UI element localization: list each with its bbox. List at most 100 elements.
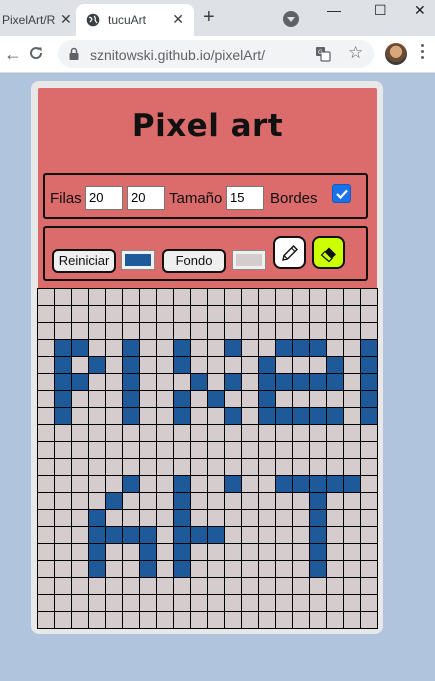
pixel-cell[interactable] bbox=[106, 510, 122, 526]
pixel-cell[interactable] bbox=[72, 493, 88, 509]
pixel-cell[interactable] bbox=[72, 544, 88, 560]
pixel-cell[interactable] bbox=[72, 510, 88, 526]
pixel-cell[interactable] bbox=[293, 340, 309, 356]
pixel-cell[interactable] bbox=[310, 340, 326, 356]
pixel-cell[interactable] bbox=[174, 442, 190, 458]
pixel-cell[interactable] bbox=[140, 459, 156, 475]
pixel-cell[interactable] bbox=[259, 442, 275, 458]
pixel-cell[interactable] bbox=[225, 527, 241, 543]
pixel-cell[interactable] bbox=[106, 561, 122, 577]
pixel-cell[interactable] bbox=[327, 459, 343, 475]
pixel-cell[interactable] bbox=[140, 306, 156, 322]
pixel-cell[interactable] bbox=[344, 544, 360, 560]
pixel-cell[interactable] bbox=[344, 425, 360, 441]
pixel-cell[interactable] bbox=[242, 425, 258, 441]
pixel-cell[interactable] bbox=[242, 561, 258, 577]
pixel-cell[interactable] bbox=[123, 612, 139, 628]
pixel-cell[interactable] bbox=[276, 374, 292, 390]
pixel-cell[interactable] bbox=[259, 612, 275, 628]
pixel-cell[interactable] bbox=[191, 476, 207, 492]
pixel-cell[interactable] bbox=[361, 442, 377, 458]
pixel-cell[interactable] bbox=[123, 527, 139, 543]
pixel-cell[interactable] bbox=[344, 527, 360, 543]
pixel-cell[interactable] bbox=[38, 561, 54, 577]
pixel-cell[interactable] bbox=[174, 306, 190, 322]
cols-input[interactable]: 20 bbox=[127, 186, 165, 210]
pixel-cell[interactable] bbox=[242, 289, 258, 305]
pixel-cell[interactable] bbox=[38, 374, 54, 390]
pixel-cell[interactable] bbox=[55, 442, 71, 458]
pixel-cell[interactable] bbox=[89, 391, 105, 407]
pixel-cell[interactable] bbox=[208, 408, 224, 424]
pixel-cell[interactable] bbox=[293, 527, 309, 543]
pixel-cell[interactable] bbox=[157, 391, 173, 407]
pixel-cell[interactable] bbox=[55, 527, 71, 543]
pixel-cell[interactable] bbox=[89, 510, 105, 526]
pixel-cell[interactable] bbox=[106, 578, 122, 594]
pixel-cell[interactable] bbox=[191, 425, 207, 441]
pixel-cell[interactable] bbox=[191, 595, 207, 611]
pixel-cell[interactable] bbox=[293, 374, 309, 390]
pixel-cell[interactable] bbox=[140, 493, 156, 509]
translate-icon[interactable]: G bbox=[315, 46, 331, 62]
pixel-cell[interactable] bbox=[361, 476, 377, 492]
pixel-cell[interactable] bbox=[361, 340, 377, 356]
pixel-cell[interactable] bbox=[174, 408, 190, 424]
pixel-cell[interactable] bbox=[140, 289, 156, 305]
pixel-cell[interactable] bbox=[72, 357, 88, 373]
pixel-cell[interactable] bbox=[327, 561, 343, 577]
pixel-cell[interactable] bbox=[208, 527, 224, 543]
pixel-cell[interactable] bbox=[225, 306, 241, 322]
pixel-cell[interactable] bbox=[174, 476, 190, 492]
pixel-cell[interactable] bbox=[225, 391, 241, 407]
pixel-cell[interactable] bbox=[89, 578, 105, 594]
pixel-cell[interactable] bbox=[225, 357, 241, 373]
pixel-cell[interactable] bbox=[327, 442, 343, 458]
pixel-cell[interactable] bbox=[361, 289, 377, 305]
eraser-button[interactable] bbox=[312, 236, 345, 269]
pixel-cell[interactable] bbox=[38, 459, 54, 475]
pixel-cell[interactable] bbox=[293, 459, 309, 475]
pixel-cell[interactable] bbox=[106, 612, 122, 628]
pixel-cell[interactable] bbox=[242, 306, 258, 322]
pixel-cell[interactable] bbox=[55, 578, 71, 594]
pixel-cell[interactable] bbox=[191, 527, 207, 543]
pixel-cell[interactable] bbox=[361, 408, 377, 424]
pixel-cell[interactable] bbox=[191, 544, 207, 560]
pixel-cell[interactable] bbox=[293, 510, 309, 526]
rows-input[interactable]: 20 bbox=[85, 186, 123, 210]
pixel-cell[interactable] bbox=[38, 510, 54, 526]
pixel-cell[interactable] bbox=[106, 493, 122, 509]
pixel-cell[interactable] bbox=[89, 374, 105, 390]
pixel-cell[interactable] bbox=[72, 408, 88, 424]
pixel-cell[interactable] bbox=[310, 544, 326, 560]
pixel-cell[interactable] bbox=[38, 544, 54, 560]
paint-color-picker[interactable] bbox=[121, 250, 155, 270]
pixel-cell[interactable] bbox=[259, 527, 275, 543]
pixel-cell[interactable] bbox=[55, 561, 71, 577]
pixel-cell[interactable] bbox=[38, 527, 54, 543]
pixel-cell[interactable] bbox=[208, 306, 224, 322]
pixel-cell[interactable] bbox=[293, 612, 309, 628]
pixel-cell[interactable] bbox=[242, 595, 258, 611]
pixel-cell[interactable] bbox=[259, 510, 275, 526]
pixel-cell[interactable] bbox=[225, 578, 241, 594]
pixel-cell[interactable] bbox=[208, 544, 224, 560]
pixel-cell[interactable] bbox=[276, 476, 292, 492]
pixel-cell[interactable] bbox=[259, 425, 275, 441]
pixel-cell[interactable] bbox=[89, 561, 105, 577]
pixel-cell[interactable] bbox=[327, 408, 343, 424]
pixel-cell[interactable] bbox=[191, 340, 207, 356]
pixel-cell[interactable] bbox=[361, 357, 377, 373]
close-icon[interactable]: ✕ bbox=[60, 11, 72, 28]
pixel-cell[interactable] bbox=[361, 612, 377, 628]
tab-active[interactable]: tucuArt ✕ bbox=[76, 4, 194, 36]
pixel-cell[interactable] bbox=[310, 391, 326, 407]
pixel-cell[interactable] bbox=[242, 578, 258, 594]
pixel-cell[interactable] bbox=[72, 595, 88, 611]
pixel-cell[interactable] bbox=[293, 544, 309, 560]
pixel-cell[interactable] bbox=[327, 578, 343, 594]
pixel-cell[interactable] bbox=[208, 595, 224, 611]
pixel-cell[interactable] bbox=[242, 544, 258, 560]
pixel-cell[interactable] bbox=[157, 527, 173, 543]
